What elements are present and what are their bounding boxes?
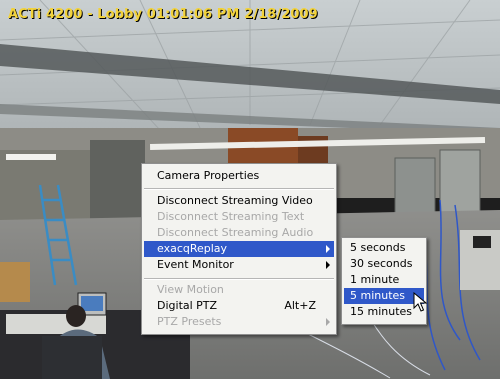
menu-item-label: PTZ Presets <box>157 315 222 328</box>
menu-item-digital-ptz[interactable]: Digital PTZ Alt+Z <box>144 298 334 314</box>
menu-separator <box>144 278 334 280</box>
menu-item-disconnect-streaming-audio: Disconnect Streaming Audio <box>144 225 334 241</box>
submenu-item-30-seconds[interactable]: 30 seconds <box>344 256 424 272</box>
menu-item-label: Disconnect Streaming Text <box>157 210 305 223</box>
menu-item-camera-properties[interactable]: Camera Properties <box>144 168 334 184</box>
menu-item-label: View Motion <box>157 283 224 296</box>
submenu-item-label: 5 seconds <box>350 241 406 254</box>
camera-timestamp-overlay: ACTi 4200 - Lobby 01:01:06 PM 2/18/2009 <box>8 7 318 22</box>
menu-item-event-monitor[interactable]: Event Monitor <box>144 257 334 273</box>
mouse-pointer-icon <box>413 292 427 312</box>
submenu-item-label: 15 minutes <box>350 305 413 318</box>
menu-item-ptz-presets: PTZ Presets <box>144 314 334 330</box>
menu-item-shortcut: Alt+Z <box>284 299 316 312</box>
menu-item-view-motion: View Motion <box>144 282 334 298</box>
submenu-item-5-minutes[interactable]: 5 minutes <box>344 288 424 304</box>
menu-item-label: Disconnect Streaming Audio <box>157 226 314 239</box>
submenu-item-5-seconds[interactable]: 5 seconds <box>344 240 424 256</box>
camera-context-menu: Camera Properties Disconnect Streaming V… <box>141 163 337 335</box>
submenu-item-label: 30 seconds <box>350 257 413 270</box>
submenu-item-1-minute[interactable]: 1 minute <box>344 272 424 288</box>
menu-item-label: Camera Properties <box>157 169 260 182</box>
menu-item-label: Digital PTZ <box>157 299 218 312</box>
menu-item-label: Disconnect Streaming Video <box>157 194 313 207</box>
submenu-arrow-icon <box>326 261 330 269</box>
submenu-arrow-icon <box>326 318 330 326</box>
submenu-arrow-icon <box>326 245 330 253</box>
submenu-item-15-minutes[interactable]: 15 minutes <box>344 304 424 320</box>
submenu-item-label: 5 minutes <box>350 289 406 302</box>
menu-item-disconnect-streaming-text: Disconnect Streaming Text <box>144 209 334 225</box>
camera-viewport[interactable]: ACTi 4200 - Lobby 01:01:06 PM 2/18/2009 … <box>0 0 500 379</box>
menu-separator <box>144 188 334 190</box>
menu-item-label: exacqReplay <box>157 242 228 255</box>
menu-item-exacqreplay[interactable]: exacqReplay <box>144 241 334 257</box>
menu-item-label: Event Monitor <box>157 258 234 271</box>
menu-item-disconnect-streaming-video[interactable]: Disconnect Streaming Video <box>144 193 334 209</box>
submenu-item-label: 1 minute <box>350 273 400 286</box>
